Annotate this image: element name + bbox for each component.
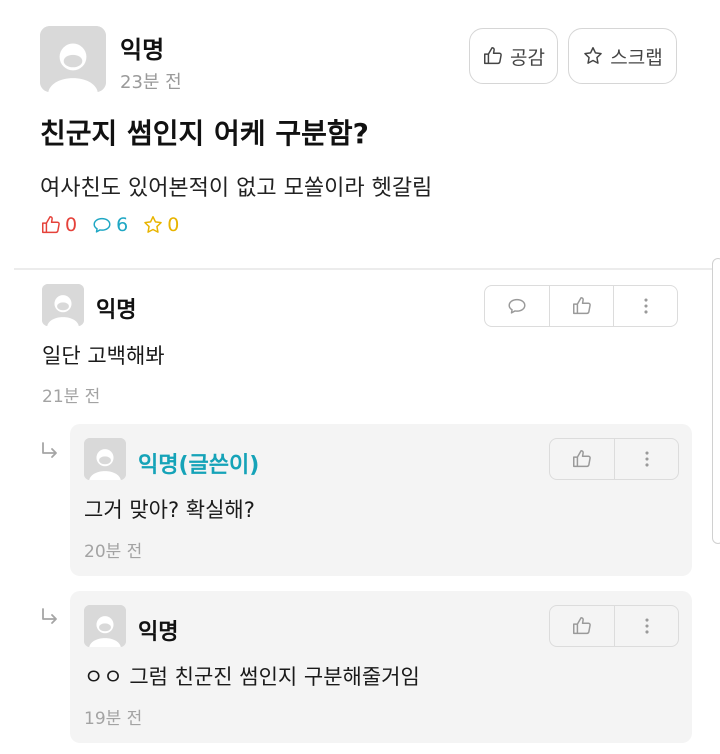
- comment-author: 익명: [96, 298, 137, 323]
- reply-like-button[interactable]: [550, 439, 614, 479]
- scrap-count-value: 0: [167, 214, 180, 236]
- post-title: 친군지 썸인지 어케 구분함?: [40, 117, 369, 150]
- reply-text: ㅇㅇ 그럼 친군진 썸인지 구분해줄거임: [84, 665, 420, 689]
- scrollbar[interactable]: [712, 258, 720, 544]
- post-body: 여사친도 있어본적이 없고 모쏠이라 헷갈림: [40, 176, 433, 201]
- like-count: 0: [40, 214, 77, 236]
- avatar-icon: [42, 284, 84, 326]
- thumbs-up-icon: [571, 615, 593, 637]
- like-count-value: 0: [65, 214, 78, 236]
- star-icon: [582, 45, 604, 67]
- scrap-count: 0: [142, 214, 179, 236]
- reply-avatar: [84, 438, 126, 480]
- comment-count: 6: [91, 214, 128, 236]
- avatar-icon: [84, 605, 126, 647]
- comment-count-value: 6: [116, 214, 129, 236]
- reply-time: 19분 전: [84, 709, 143, 729]
- reply-arrow-icon: [38, 440, 62, 464]
- reply-button[interactable]: [485, 286, 549, 326]
- post-avatar: [40, 26, 106, 92]
- more-vertical-icon: [636, 615, 658, 637]
- comment-more-button[interactable]: [613, 286, 677, 326]
- divider: [14, 268, 720, 270]
- star-icon: [142, 214, 164, 236]
- comment-time: 21분 전: [42, 387, 101, 407]
- thumbs-up-icon: [482, 45, 504, 67]
- like-button-label: 공감: [510, 46, 545, 69]
- reply-more-button[interactable]: [614, 606, 678, 646]
- avatar-icon: [40, 26, 106, 92]
- reply-author-op: 익명(글쓴이): [138, 453, 260, 478]
- comment-text: 일단 고백해봐: [42, 344, 165, 368]
- more-vertical-icon: [635, 295, 657, 317]
- reply-time: 20분 전: [84, 542, 143, 562]
- reply-like-button[interactable]: [550, 606, 614, 646]
- like-button[interactable]: 공감: [469, 28, 558, 84]
- post-time: 23분 전: [120, 72, 182, 93]
- comment-like-button[interactable]: [549, 286, 613, 326]
- comment-avatar: [42, 284, 84, 326]
- speech-bubble-icon: [91, 214, 113, 236]
- reply-actions: [549, 605, 679, 647]
- reply-author: 익명: [138, 620, 179, 645]
- reply-arrow-icon: [38, 606, 62, 630]
- more-vertical-icon: [636, 448, 658, 470]
- post-stats: 0 6 0: [40, 214, 179, 236]
- thumbs-up-icon: [571, 448, 593, 470]
- scrap-button-label: 스크랩: [610, 46, 663, 69]
- post-author: 익명: [120, 36, 165, 64]
- speech-bubble-icon: [506, 295, 528, 317]
- reply-actions: [549, 438, 679, 480]
- thumbs-up-icon: [40, 214, 62, 236]
- avatar-icon: [84, 438, 126, 480]
- comment-actions: [484, 285, 678, 327]
- reply-more-button[interactable]: [614, 439, 678, 479]
- reply-avatar: [84, 605, 126, 647]
- scrap-button[interactable]: 스크랩: [568, 28, 677, 84]
- reply-text: 그거 맞아? 확실해?: [84, 498, 255, 522]
- thumbs-up-icon: [571, 295, 593, 317]
